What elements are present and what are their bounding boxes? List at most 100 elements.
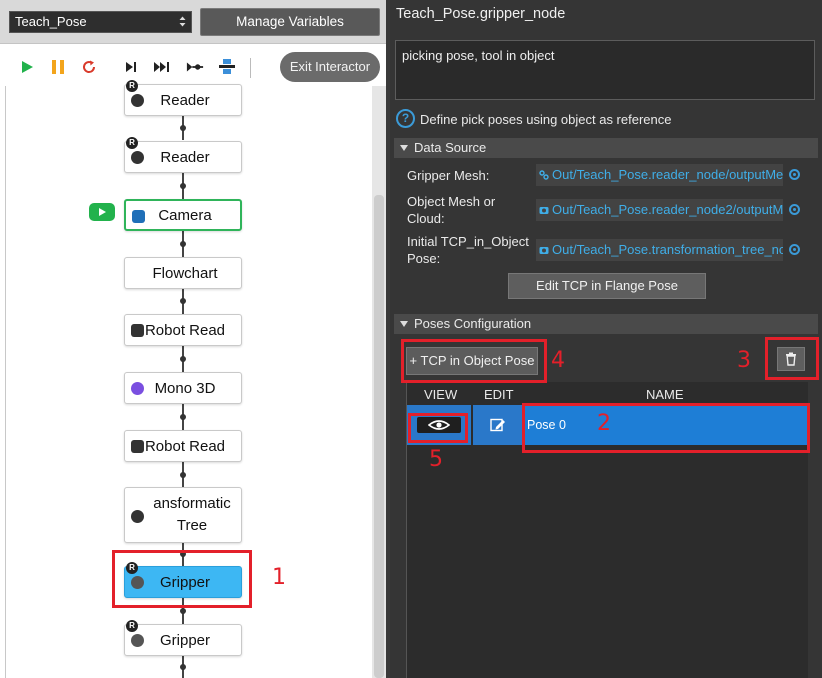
node-label: Gripper: [159, 631, 211, 649]
node-label: Reader: [160, 91, 210, 109]
annotation-box-5: [408, 413, 468, 443]
connector-dot: [180, 472, 186, 478]
collapse-triangle-icon: [400, 321, 408, 327]
gripper-mesh-value[interactable]: Out/Teach_Pose.reader_node/outputMe: [536, 164, 783, 186]
robot-icon: [131, 440, 144, 453]
field-value-text: Out/Teach_Pose.reader_node/outputMe: [552, 167, 783, 182]
flow-topbar: Teach_Pose Manage Variables: [0, 0, 390, 44]
annotation-box-3: [765, 337, 819, 380]
debug-icon: [219, 59, 235, 74]
flow-selector[interactable]: Teach_Pose: [9, 11, 192, 33]
edit-icon: [490, 418, 505, 432]
initial-tcp-label: Initial TCP_in_Object Pose:: [407, 234, 529, 266]
node-flowchart[interactable]: Flowchart: [124, 257, 242, 289]
node-gripper[interactable]: Gripper: [124, 624, 242, 656]
exit-interactor-button[interactable]: Exit Interactor: [280, 52, 380, 82]
node-robot-read-1[interactable]: Robot Read: [124, 314, 242, 346]
robot-icon: [131, 324, 144, 337]
panel-title: Teach_Pose.gripper_node: [396, 6, 566, 22]
connector-dot: [180, 241, 186, 247]
mono3d-icon: [131, 382, 144, 395]
connector-dot: [180, 183, 186, 189]
camera-icon: [132, 210, 145, 223]
fast-forward-icon: [154, 62, 169, 72]
annotation-box-2: [522, 403, 810, 453]
breakpoint-button[interactable]: [186, 58, 204, 76]
node-mono-3d[interactable]: Mono 3D: [124, 372, 242, 404]
field-value-text: Out/Teach_Pose.transformation_tree_no: [552, 242, 783, 257]
gripper-icon: [131, 634, 144, 647]
manage-variables-button[interactable]: Manage Variables: [200, 8, 380, 36]
object-mesh-value[interactable]: Out/Teach_Pose.reader_node2/outputM: [536, 199, 783, 221]
play-icon: [22, 61, 33, 73]
object-mesh-link-radio[interactable]: [789, 204, 800, 215]
connector-dot: [180, 608, 186, 614]
restart-icon: [83, 60, 96, 73]
play-button[interactable]: [18, 58, 36, 76]
connector-dot: [180, 298, 186, 304]
section-title: Poses Configuration: [414, 316, 532, 331]
toolbar-separator: [250, 58, 251, 78]
camera-icon: [539, 207, 549, 214]
r-badge: R: [126, 137, 138, 149]
annotation-box-4: [401, 339, 547, 383]
mesh-icon: [539, 170, 549, 180]
initial-tcp-link-radio[interactable]: [789, 244, 800, 255]
node-label: Mono 3D: [154, 379, 216, 397]
connector-dot: [180, 356, 186, 362]
annotation-number-5: 5: [429, 447, 443, 472]
camera-icon: [539, 247, 549, 254]
field-value-text: Out/Teach_Pose.reader_node2/outputM: [552, 202, 783, 217]
help-icon[interactable]: ?: [396, 109, 415, 128]
annotation-number-2: 2: [597, 411, 611, 436]
help-text: Define pick poses using object as refere…: [420, 112, 672, 127]
gripper-mesh-link-radio[interactable]: [789, 169, 800, 180]
node-reader-1[interactable]: Reader: [124, 84, 242, 116]
node-label: Camera: [158, 206, 212, 224]
section-title: Data Source: [414, 140, 487, 155]
step-button[interactable]: [122, 58, 140, 76]
step-icon: [126, 62, 136, 72]
connector-dot: [180, 414, 186, 420]
node-camera[interactable]: Camera: [124, 199, 242, 231]
annotation-number-3: 3: [737, 348, 751, 373]
connector-dot: [180, 664, 186, 670]
restart-button[interactable]: [80, 58, 98, 76]
flow-selector-value: Teach_Pose: [15, 14, 87, 29]
column-header-edit: EDIT: [484, 387, 514, 402]
debug-button[interactable]: [218, 58, 236, 76]
canvas-scrollbar-thumb[interactable]: [374, 195, 384, 678]
column-header-view: VIEW: [424, 387, 458, 402]
edit-tcp-in-flange-pose-button[interactable]: Edit TCP in Flange Pose: [508, 273, 706, 299]
updown-caret-icon: [179, 16, 186, 27]
transform-icon: [131, 510, 144, 523]
breakpoint-icon: [186, 62, 204, 72]
poses-configuration-header[interactable]: Poses Configuration: [394, 314, 818, 334]
column-header-name: NAME: [646, 387, 684, 402]
pause-icon: [52, 60, 64, 74]
annotation-number-1: 1: [272, 565, 286, 590]
annotation-number-4: 4: [551, 348, 565, 373]
camera-play-button[interactable]: [89, 203, 115, 221]
mesh-icon: [131, 151, 144, 164]
fast-forward-button[interactable]: [153, 58, 171, 76]
data-source-header[interactable]: Data Source: [394, 138, 818, 158]
initial-tcp-value[interactable]: Out/Teach_Pose.transformation_tree_no: [536, 239, 783, 261]
edit-cell[interactable]: [473, 405, 523, 445]
annotation-box-1: [112, 550, 252, 608]
node-label: Robot Read: [144, 437, 226, 455]
description-textarea[interactable]: picking pose, tool in object: [395, 40, 815, 100]
r-badge: R: [126, 80, 138, 92]
node-transformation-tree[interactable]: ansformatic Tree: [124, 487, 242, 543]
gripper-mesh-label: Gripper Mesh:: [407, 168, 490, 183]
connector-dot: [180, 125, 186, 131]
collapse-triangle-icon: [400, 145, 408, 151]
node-robot-read-2[interactable]: Robot Read: [124, 430, 242, 462]
node-reader-2[interactable]: Reader: [124, 141, 242, 173]
r-badge: R: [126, 620, 138, 632]
node-label: Reader: [160, 148, 210, 166]
node-label: Flowchart: [152, 264, 218, 282]
pause-button[interactable]: [49, 58, 67, 76]
play-icon: [99, 208, 106, 216]
mesh-icon: [131, 94, 144, 107]
